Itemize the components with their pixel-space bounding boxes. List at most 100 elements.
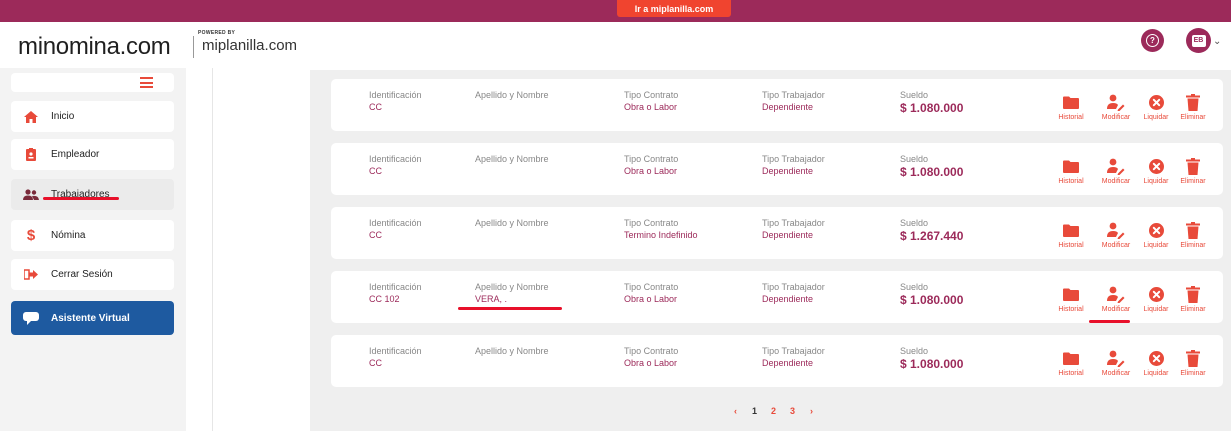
field-label: Identificación — [369, 154, 422, 164]
trash-icon — [1183, 157, 1203, 175]
pagination-next[interactable]: › — [802, 406, 821, 416]
action-label: Modificar — [1101, 242, 1131, 249]
field-label: Tipo Contrato — [624, 282, 679, 292]
edit-button[interactable]: Modificar — [1096, 221, 1136, 249]
field-value: Dependiente — [762, 102, 814, 112]
help-button[interactable]: ? — [1141, 29, 1164, 52]
field-label: Apellido y Nombre — [475, 154, 549, 164]
chevron-down-icon[interactable]: ⌄ — [1213, 36, 1221, 47]
field-label: Apellido y Nombre — [475, 282, 549, 292]
folder-icon — [1061, 285, 1081, 303]
field-value: CC — [369, 166, 382, 176]
field-value: Obra o Labor — [624, 102, 678, 112]
action-label: Modificar — [1101, 370, 1131, 377]
field-label: Identificación — [369, 90, 422, 100]
sidebar-item-trabajadores[interactable]: Trabajadores — [11, 179, 174, 210]
history-button[interactable]: Historial — [1051, 285, 1091, 313]
field-value: CC — [369, 230, 382, 240]
delete-button[interactable]: Eliminar — [1173, 221, 1213, 249]
close-circle-icon — [1146, 221, 1166, 239]
folder-icon — [1061, 157, 1081, 175]
user-edit-icon — [1106, 221, 1126, 239]
worker-list: Identificación CC Apellido y Nombre Tipo Co… — [310, 70, 1231, 431]
field-label: Identificación — [369, 346, 422, 356]
close-circle-icon — [1146, 349, 1166, 367]
field-value: $ 1.080.000 — [900, 165, 964, 179]
history-button[interactable]: Historial — [1051, 93, 1091, 121]
action-label: Modificar — [1101, 178, 1131, 185]
sidebar-item-inicio[interactable]: Inicio — [11, 101, 174, 132]
logo-minomina[interactable]: minomina.com — [18, 33, 171, 61]
partner-logo-text: miplanilla.com — [202, 37, 298, 54]
history-button[interactable]: Historial — [1051, 349, 1091, 377]
settle-button[interactable]: Liquidar — [1136, 221, 1176, 249]
history-button[interactable]: Historial — [1051, 221, 1091, 249]
field-value: CC — [369, 102, 382, 112]
field-value: Dependiente — [762, 294, 814, 304]
sidebar-item-cerrar-sesion[interactable]: Cerrar Sesión — [11, 259, 174, 290]
logout-icon — [11, 269, 51, 280]
user-avatar[interactable]: EB — [1186, 28, 1211, 53]
field-value: Dependiente — [762, 166, 814, 176]
sidebar-item-nomina[interactable]: $ Nómina — [11, 220, 174, 251]
delete-button[interactable]: Eliminar — [1173, 157, 1213, 185]
action-label: Eliminar — [1180, 306, 1206, 313]
field-salary: Sueldo $ 1.267.440 — [900, 218, 963, 243]
pagination-page-1[interactable]: 1 — [745, 406, 764, 416]
go-to-miplanilla-button[interactable]: Ir a miplanilla.com — [617, 0, 731, 17]
edit-button[interactable]: Modificar — [1096, 285, 1136, 313]
field-name: Apellido y Nombre — [475, 218, 549, 230]
field-label: Tipo Contrato — [624, 218, 679, 228]
field-label: Tipo Contrato — [624, 346, 679, 356]
close-circle-icon — [1146, 157, 1166, 175]
sidebar-item-label: Asistente Virtual — [51, 312, 130, 324]
user-edit-icon — [1106, 157, 1126, 175]
delete-button[interactable]: Eliminar — [1173, 93, 1213, 121]
edit-button[interactable]: Modificar — [1096, 349, 1136, 377]
action-label: Liquidar — [1143, 114, 1169, 121]
table-row: Identificación CC 102 Apellido y Nombre VER… — [331, 271, 1223, 323]
edit-button[interactable]: Modificar — [1096, 157, 1136, 185]
settle-button[interactable]: Liquidar — [1136, 93, 1176, 121]
field-name: Apellido y Nombre — [475, 346, 549, 358]
field-id: Identificación CC 102 — [369, 282, 422, 304]
trash-icon — [1183, 93, 1203, 111]
active-underline — [43, 197, 119, 200]
field-value: $ 1.080.000 — [900, 101, 964, 115]
sidebar-item-asistente-virtual[interactable]: Asistente Virtual — [11, 301, 174, 335]
field-value: Dependiente — [762, 230, 814, 240]
user-edit-icon — [1106, 285, 1126, 303]
action-label: Historial — [1058, 114, 1084, 121]
user-edit-icon — [1106, 93, 1126, 111]
field-name: Apellido y Nombre VERA, . — [475, 282, 549, 304]
field-label: Sueldo — [900, 90, 929, 100]
field-value: Obra o Labor — [624, 294, 678, 304]
menu-toggle[interactable] — [11, 73, 174, 92]
sidebar-item-empleador[interactable]: Empleador — [11, 139, 174, 170]
field-label: Tipo Trabajador — [762, 282, 825, 292]
field-value: Dependiente — [762, 358, 814, 368]
settle-button[interactable]: Liquidar — [1136, 349, 1176, 377]
field-label: Sueldo — [900, 218, 929, 228]
field-value: $ 1.267.440 — [900, 229, 964, 243]
pagination: ‹ 1 2 3 › — [726, 406, 821, 416]
history-button[interactable]: Historial — [1051, 157, 1091, 185]
field-value: $ 1.080.000 — [900, 293, 964, 307]
settle-button[interactable]: Liquidar — [1136, 285, 1176, 313]
field-value: Obra o Labor — [624, 166, 678, 176]
delete-button[interactable]: Eliminar — [1173, 285, 1213, 313]
field-label: Identificación — [369, 282, 422, 292]
table-row: Identificación CC Apellido y Nombre Tipo Co… — [331, 143, 1223, 195]
badge-icon — [11, 148, 51, 161]
edit-button[interactable]: Modificar — [1096, 93, 1136, 121]
pagination-page-3[interactable]: 3 — [783, 406, 802, 416]
pagination-page-2[interactable]: 2 — [764, 406, 783, 416]
sidebar-item-label: Inicio — [51, 111, 75, 122]
close-circle-icon — [1146, 93, 1166, 111]
action-label: Eliminar — [1180, 242, 1206, 249]
settle-button[interactable]: Liquidar — [1136, 157, 1176, 185]
sidebar-item-label: Nómina — [51, 230, 86, 241]
table-row: Identificación CC Apellido y Nombre Tipo Co… — [331, 79, 1223, 131]
pagination-prev[interactable]: ‹ — [726, 406, 745, 416]
delete-button[interactable]: Eliminar — [1173, 349, 1213, 377]
